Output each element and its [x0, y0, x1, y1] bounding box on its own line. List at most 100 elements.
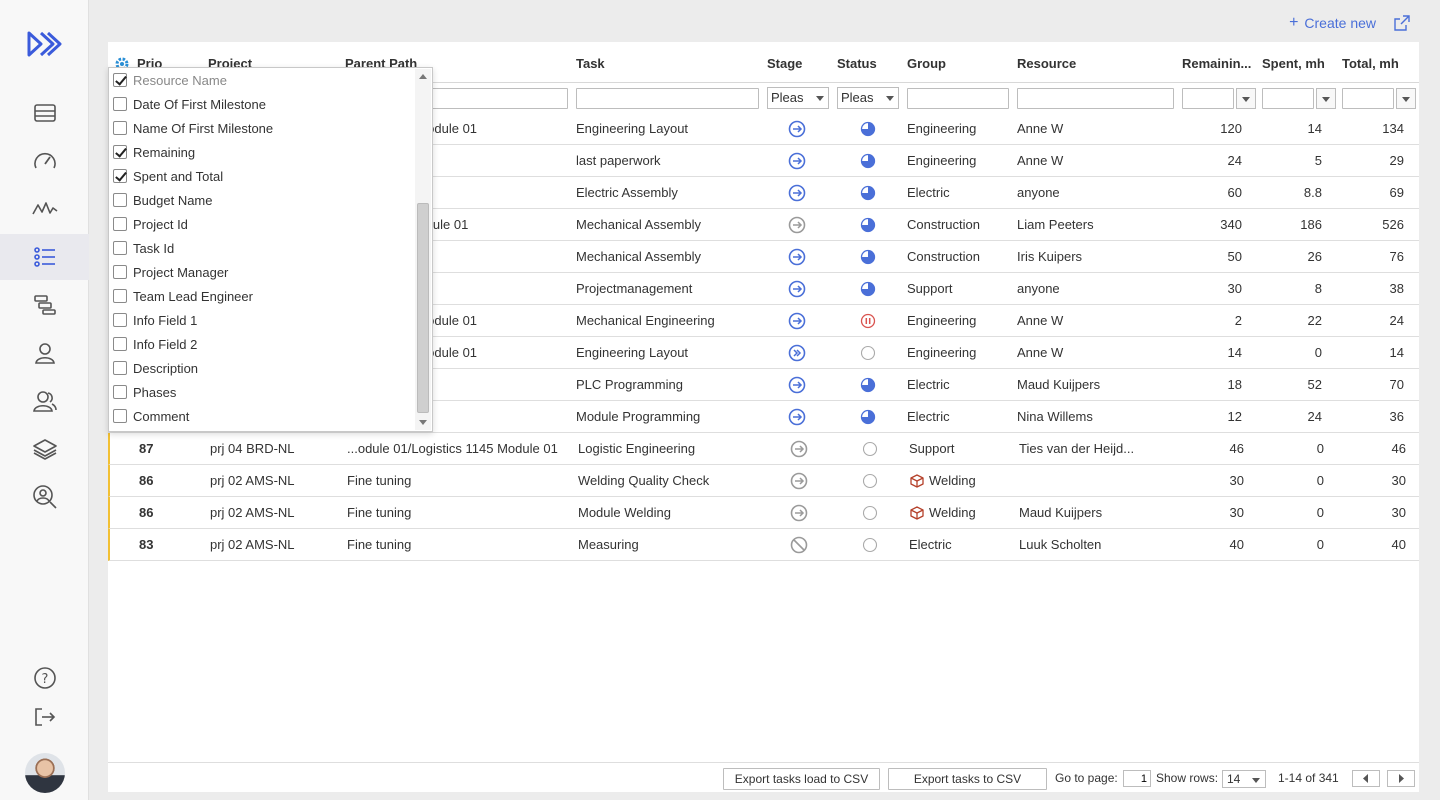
col-spent[interactable]: Spent, mh [1262, 56, 1325, 71]
column-option[interactable]: Remaining [113, 142, 195, 162]
table-row[interactable]: 86 prj 02 AMS-NL Fine tuning Welding Qualit… [108, 465, 1419, 497]
goto-page-input[interactable] [1123, 770, 1151, 787]
nav-search-people[interactable] [0, 474, 89, 520]
column-option[interactable]: Spent and Total [113, 166, 223, 186]
status-progress-icon[interactable] [860, 185, 876, 204]
menu-scrollbar[interactable] [415, 69, 431, 430]
status-not-started-icon[interactable] [862, 505, 878, 524]
column-option-checkbox[interactable] [113, 313, 127, 327]
column-option-checkbox[interactable] [113, 145, 127, 159]
filter-remaining-op[interactable] [1236, 88, 1256, 109]
stage-arrow-disabled-icon[interactable] [790, 440, 808, 461]
col-status[interactable]: Status [837, 56, 877, 71]
next-page-button[interactable] [1387, 770, 1415, 787]
column-option-checkbox[interactable] [113, 97, 127, 111]
column-option-checkbox[interactable] [113, 121, 127, 135]
stage-arrow-disabled-icon[interactable] [788, 216, 806, 237]
col-resource[interactable]: Resource [1017, 56, 1076, 71]
nav-table[interactable] [0, 90, 89, 136]
scroll-thumb[interactable] [417, 203, 429, 413]
stage-arrow-icon[interactable] [788, 184, 806, 205]
status-not-started-icon[interactable] [862, 473, 878, 492]
filter-status-select[interactable]: Pleas [837, 87, 899, 109]
column-option[interactable]: Date Of First Milestone [113, 94, 266, 114]
column-option-checkbox[interactable] [113, 169, 127, 183]
col-stage[interactable]: Stage [767, 56, 802, 71]
filter-spent-op[interactable] [1316, 88, 1336, 109]
status-progress-icon[interactable] [860, 249, 876, 268]
column-option-checkbox[interactable] [113, 193, 127, 207]
status-progress-icon[interactable] [860, 377, 876, 396]
filter-parent-path[interactable] [420, 88, 568, 109]
avatar[interactable] [25, 753, 65, 793]
prev-page-button[interactable] [1352, 770, 1380, 787]
filter-spent[interactable] [1262, 88, 1314, 109]
status-not-started-icon[interactable] [860, 345, 876, 364]
table-row[interactable]: 83 prj 02 AMS-NL Fine tuning Measuring Luuk … [108, 529, 1419, 561]
column-option-checkbox[interactable] [113, 409, 127, 423]
column-option[interactable]: Budget Name [113, 190, 213, 210]
scroll-up-icon[interactable] [419, 74, 427, 79]
column-option-checkbox[interactable] [113, 361, 127, 375]
column-option-checkbox[interactable] [113, 337, 127, 351]
export-load-button[interactable]: Export tasks load to CSV [723, 768, 880, 790]
logo-icon[interactable] [26, 30, 62, 61]
filter-resource[interactable] [1017, 88, 1174, 109]
stage-arrow-icon[interactable] [788, 120, 806, 141]
column-option[interactable]: Info Field 2 [113, 334, 197, 354]
show-rows-select[interactable]: 14 [1222, 770, 1266, 788]
column-option[interactable]: Phases [113, 382, 176, 402]
column-option[interactable]: Resource Name [113, 70, 227, 90]
column-option[interactable]: Project Id [113, 214, 188, 234]
col-total[interactable]: Total, mh [1342, 56, 1399, 71]
column-option[interactable]: Name Of First Milestone [113, 118, 273, 138]
status-progress-icon[interactable] [860, 281, 876, 300]
filter-group[interactable] [907, 88, 1009, 109]
column-option[interactable]: Info Field 1 [113, 310, 197, 330]
column-option[interactable]: Team Lead Engineer [113, 286, 253, 306]
table-row[interactable]: 86 prj 02 AMS-NL Fine tuning Module Welding… [108, 497, 1419, 529]
filter-total[interactable] [1342, 88, 1394, 109]
scroll-down-icon[interactable] [419, 420, 427, 425]
status-paused-icon[interactable] [860, 313, 876, 332]
nav-tasks[interactable] [0, 234, 89, 280]
column-option-checkbox[interactable] [113, 241, 127, 255]
stage-arrow-icon[interactable] [788, 280, 806, 301]
status-progress-icon[interactable] [860, 121, 876, 140]
stage-arrow-icon[interactable] [788, 152, 806, 173]
nav-dashboard[interactable] [0, 138, 89, 184]
filter-task[interactable] [576, 88, 759, 109]
column-option[interactable]: Description [113, 358, 198, 378]
column-option[interactable]: Task Id [113, 238, 174, 258]
filter-stage-select[interactable]: Pleas [767, 87, 829, 109]
filter-total-op[interactable] [1396, 88, 1416, 109]
stage-arrow-disabled-icon[interactable] [790, 472, 808, 493]
stage-blocked-icon[interactable] [790, 536, 808, 557]
nav-gantt[interactable] [0, 282, 89, 328]
nav-user[interactable] [0, 330, 89, 376]
status-progress-icon[interactable] [860, 409, 876, 428]
filter-remaining[interactable] [1182, 88, 1234, 109]
stage-arrow-icon[interactable] [788, 376, 806, 397]
col-task[interactable]: Task [576, 56, 605, 71]
column-option-checkbox[interactable] [113, 289, 127, 303]
export-tasks-button[interactable]: Export tasks to CSV [888, 768, 1047, 790]
column-option-checkbox[interactable] [113, 217, 127, 231]
stage-double-arrow-icon[interactable] [788, 344, 806, 365]
column-option-checkbox[interactable] [113, 385, 127, 399]
status-progress-icon[interactable] [860, 153, 876, 172]
column-option[interactable]: Comment [113, 406, 189, 426]
col-group[interactable]: Group [907, 56, 946, 71]
status-not-started-icon[interactable] [862, 441, 878, 460]
stage-arrow-icon[interactable] [788, 312, 806, 333]
col-remaining[interactable]: Remainin... [1182, 56, 1251, 71]
status-progress-icon[interactable] [860, 217, 876, 236]
nav-logout[interactable] [0, 694, 89, 740]
nav-activity[interactable] [0, 186, 89, 232]
stage-arrow-disabled-icon[interactable] [790, 504, 808, 525]
external-link-icon[interactable] [1394, 15, 1410, 34]
nav-layers[interactable] [0, 426, 89, 472]
column-option-checkbox[interactable] [113, 265, 127, 279]
column-option[interactable]: Project Manager [113, 262, 228, 282]
stage-arrow-icon[interactable] [788, 408, 806, 429]
